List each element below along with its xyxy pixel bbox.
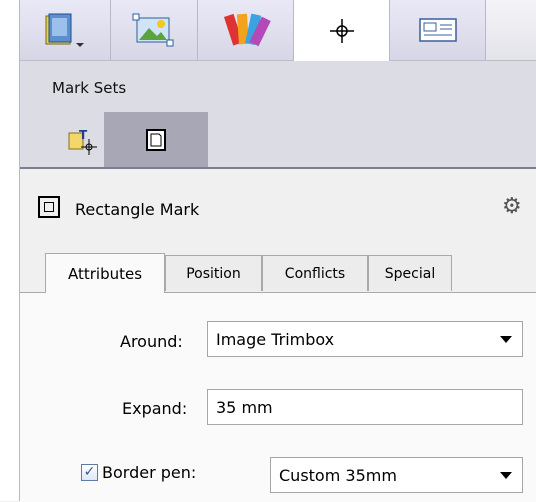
mark-title: Rectangle Mark — [75, 200, 200, 219]
tab-layout[interactable] — [390, 0, 486, 60]
top-tab-strip — [20, 0, 536, 61]
tab-colors[interactable] — [198, 0, 294, 60]
border-pen-value: Custom 35mm — [279, 465, 397, 485]
chevron-down-icon — [500, 336, 512, 343]
attribute-tabs: Attributes Position Conflicts Special — [20, 253, 536, 293]
border-pen-checkbox[interactable]: ✓ — [81, 464, 98, 481]
document-book-icon — [45, 13, 84, 47]
mark-sets-title: Mark Sets — [52, 79, 127, 97]
chevron-down-icon — [500, 472, 512, 479]
expand-label: Expand: — [122, 399, 188, 418]
attributes-panel: Around: Image Trimbox Expand: 35 mm ✓ Bo… — [20, 292, 536, 502]
around-label: Around: — [120, 332, 183, 351]
mark-header: Rectangle Mark ⚙ — [20, 170, 536, 242]
expand-value: 35 mm — [216, 397, 273, 417]
tab-image[interactable] — [111, 0, 198, 60]
tab-conflicts[interactable]: Conflicts — [262, 255, 368, 291]
expand-field[interactable]: 35 mm — [207, 389, 523, 425]
layout-frame-icon — [418, 18, 457, 42]
rectangle-mark-icon — [38, 196, 60, 218]
svg-text:T: T — [79, 128, 88, 142]
text-mark-icon: T — [68, 128, 97, 155]
tab-attributes[interactable]: Attributes — [45, 253, 165, 293]
tab-special[interactable]: Special — [368, 255, 452, 291]
border-pen-label: Border pen: — [102, 463, 197, 482]
left-edge — [0, 0, 20, 501]
crosshair-mark-icon — [329, 18, 354, 43]
tab-marks[interactable] — [294, 0, 390, 61]
mark-sets-section: Mark Sets T — [20, 61, 536, 169]
mark-set-page-tab[interactable] — [104, 112, 208, 168]
mark-sets-divider — [20, 167, 536, 169]
page-mark-icon — [146, 129, 166, 151]
tab-document[interactable] — [20, 0, 111, 60]
around-value: Image Trimbox — [216, 329, 335, 349]
tab-position[interactable]: Position — [165, 255, 262, 291]
around-select[interactable]: Image Trimbox — [207, 321, 523, 357]
gear-icon[interactable]: ⚙ — [502, 194, 522, 219]
color-swatches-icon — [223, 13, 271, 47]
image-crop-icon — [132, 13, 174, 47]
border-pen-select[interactable]: Custom 35mm — [270, 457, 523, 493]
